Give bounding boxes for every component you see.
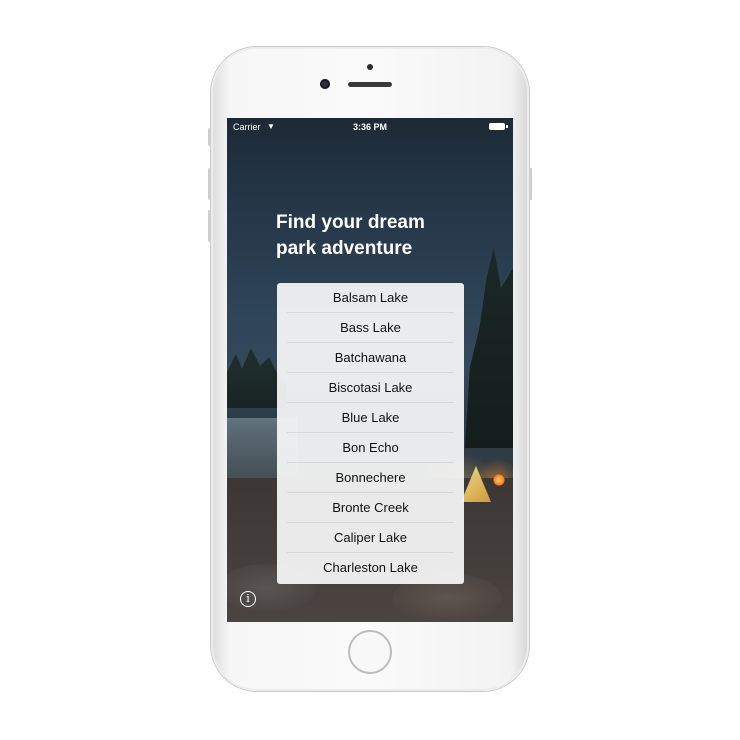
list-item[interactable]: Bass Lake	[287, 313, 454, 343]
list-item[interactable]: Bon Echo	[287, 433, 454, 463]
volume-up-button	[208, 168, 211, 200]
proximity-sensor	[367, 64, 373, 70]
front-camera	[320, 79, 330, 89]
list-item[interactable]: Charleston Lake	[287, 553, 454, 583]
page-title: Find your dream park adventure	[276, 210, 476, 262]
battery-icon	[489, 123, 508, 130]
app-screen: Carrier ▼ 3:36 PM Find your dream park a…	[227, 118, 513, 622]
list-item[interactable]: Biscotasi Lake	[287, 373, 454, 403]
background-campfire	[493, 474, 505, 486]
list-item[interactable]: Caliper Lake	[287, 523, 454, 553]
mute-switch	[208, 128, 211, 146]
list-item[interactable]: Bonnechere	[287, 463, 454, 493]
park-picker[interactable]: Balsam Lake Bass Lake Batchawana Biscota…	[277, 283, 464, 584]
info-icon[interactable]: i	[240, 591, 256, 607]
title-line-1: Find your dream	[276, 212, 425, 233]
power-button	[529, 168, 532, 200]
status-time: 3:36 PM	[352, 122, 387, 132]
status-bar: Carrier ▼ 3:36 PM	[227, 118, 513, 136]
list-item[interactable]: Batchawana	[287, 343, 454, 373]
background-trees-right	[465, 248, 513, 448]
title-line-2: park adventure	[276, 238, 413, 259]
volume-down-button	[208, 210, 211, 242]
list-item[interactable]: Blue Lake	[287, 403, 454, 433]
earpiece-speaker	[348, 82, 392, 87]
home-button[interactable]	[348, 630, 392, 674]
list-item[interactable]: Balsam Lake	[287, 283, 454, 313]
list-item[interactable]: Bronte Creek	[287, 493, 454, 523]
